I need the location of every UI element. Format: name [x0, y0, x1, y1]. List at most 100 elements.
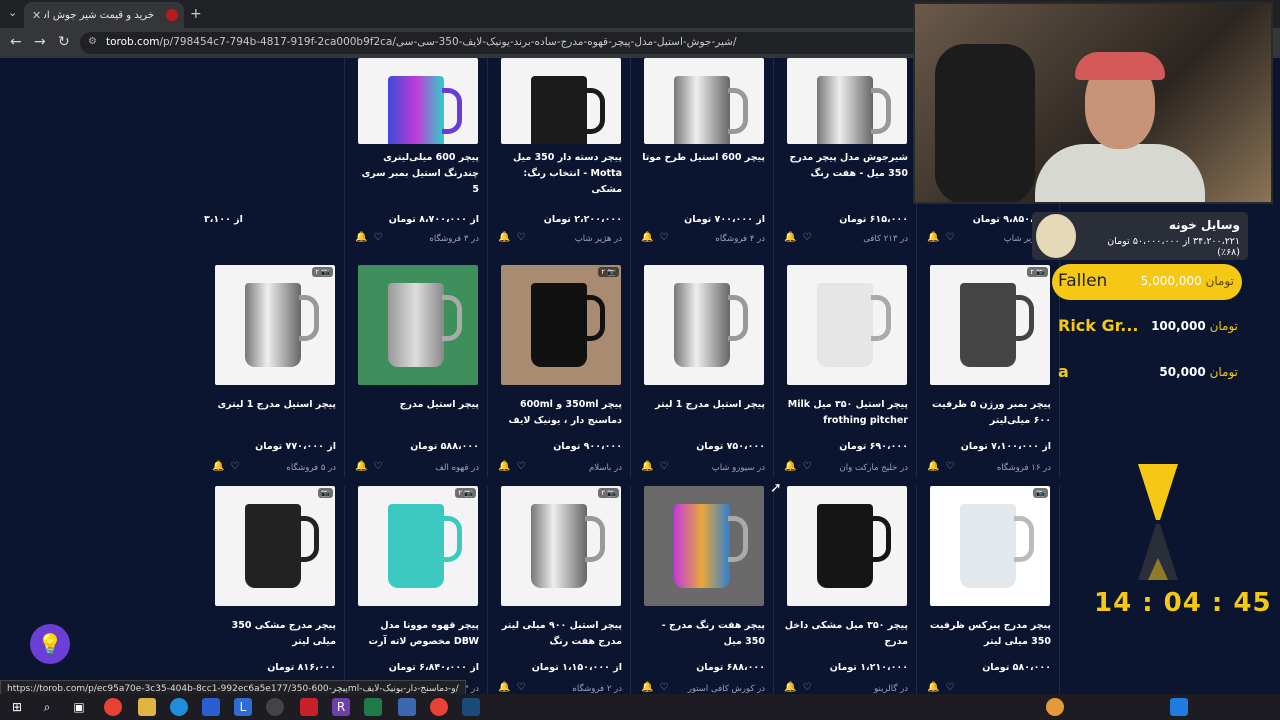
forward-icon[interactable]: → [34, 34, 46, 50]
product-image[interactable] [787, 58, 907, 144]
product-title[interactable]: پیچر استیل ۳۵۰ میل Milk frothing pitcher [784, 397, 908, 429]
app-icon[interactable] [202, 698, 220, 716]
lightbulb-icon[interactable]: 💡 [30, 624, 70, 664]
weather-icon[interactable] [1046, 698, 1064, 716]
product-title[interactable]: پیچر مدرج مشکی 350 میلی لیتر [212, 618, 336, 650]
bell-icon[interactable]: 🔔 [212, 461, 230, 472]
bell-icon[interactable]: 🔔 [641, 232, 659, 243]
product-image[interactable]: 📷 [930, 486, 1050, 606]
product-card[interactable]: ۲ 📷 پیچر قهوه موونا مدل DBW مخصوص لاته آ… [349, 486, 488, 694]
task-view-icon[interactable]: ▣ [70, 698, 88, 716]
product-card[interactable]: 📷 پیچر مدرج پیرکس ظرفیت 350 میلی لیتر ۵۸… [921, 486, 1060, 694]
product-image[interactable]: ۲ 📷 [501, 486, 621, 606]
product-shop[interactable]: در ۴ فروشگاه [715, 234, 765, 244]
heart-icon[interactable]: ♡ [945, 682, 960, 693]
product-shop[interactable]: در هژیر شاپ [575, 234, 622, 244]
product-title[interactable]: پیچر هفت رنگ مدرج - 350 میل [641, 618, 765, 650]
bell-icon[interactable]: 🔔 [784, 461, 802, 472]
product-image[interactable] [644, 58, 764, 144]
product-shop[interactable]: در ۱۶ فروشگاه [997, 463, 1051, 473]
search-icon[interactable]: ⌕ [38, 698, 56, 716]
edge-icon[interactable] [170, 698, 188, 716]
product-card[interactable]: پیچر 600 میلی‌لیتری چندرنگ استیل بمبر سر… [349, 58, 488, 270]
bell-icon[interactable]: 🔔 [641, 682, 659, 693]
app-icon[interactable] [300, 698, 318, 716]
product-shop[interactable]: در قهوه الف [435, 463, 479, 473]
product-shop[interactable]: در باسلام [589, 463, 622, 473]
product-image[interactable] [644, 486, 764, 606]
back-icon[interactable]: ← [10, 34, 22, 50]
product-image[interactable]: 📷 [215, 486, 335, 606]
heart-icon[interactable]: ♡ [373, 232, 388, 243]
heart-icon[interactable]: ♡ [373, 461, 388, 472]
heart-icon[interactable]: ♡ [802, 461, 817, 472]
product-image[interactable]: ۲ 📷 [215, 265, 335, 385]
product-image[interactable]: ۲ 📷 [358, 486, 478, 606]
file-explorer-icon[interactable] [138, 698, 156, 716]
bell-icon[interactable]: 🔔 [927, 232, 945, 243]
product-card[interactable]: پیچر هفت رنگ مدرج - 350 میل ۶۸۸،۰۰۰ توما… [635, 486, 774, 694]
bell-icon[interactable]: 🔔 [498, 682, 516, 693]
product-title[interactable]: پیچر 350ml و 600ml دماسنج دار ، یونیک لا… [498, 397, 622, 429]
product-image[interactable] [501, 58, 621, 144]
bell-icon[interactable]: 🔔 [641, 461, 659, 472]
chrome-icon[interactable] [104, 698, 122, 716]
product-title[interactable]: پیچر 600 میلی‌لیتری چندرنگ استیل بمبر سر… [355, 150, 479, 198]
product-image[interactable]: ۲ 📷 [501, 265, 621, 385]
product-card[interactable]: ۲ 📷 پیچر بمبر ورژن ۵ ظرفیت ۶۰۰ میلی‌لیتر… [921, 265, 1060, 477]
product-card[interactable]: ۲ 📷 پیچر استیل مدرج 1 لیتری از ۷۷۰،۰۰۰ ت… [206, 265, 345, 477]
product-card[interactable]: ۲ 📷 پیچر استیل ۹۰۰ میلی لیتر مدرج هفت رن… [492, 486, 631, 694]
product-title[interactable]: پیچر ۳۵۰ میل مشکی داخل مدرج [784, 618, 908, 650]
product-title[interactable]: پیچر مدرج پیرکس ظرفیت 350 میلی لیتر [927, 618, 1051, 650]
product-title[interactable]: پیچر استیل مدرج 1 لیتری [212, 397, 336, 413]
product-card[interactable]: از ۳،۱۰۰ [204, 58, 345, 270]
product-shop[interactable]: در ۲ فروشگاه [572, 684, 622, 694]
tray-app-icon[interactable] [1170, 698, 1188, 716]
product-title[interactable]: پیچر استیل مدرج 1 لیتر [641, 397, 765, 413]
app-icon[interactable] [364, 698, 382, 716]
heart-icon[interactable]: ♡ [659, 682, 674, 693]
product-card[interactable]: شیرجوش مدل پیچر مدرج 350 میل - هفت رنگ ۶… [778, 58, 917, 270]
product-image[interactable]: ۲ 📷 [930, 265, 1050, 385]
product-title[interactable]: پیچر قهوه موونا مدل DBW مخصوص لاته آرت [355, 618, 479, 650]
heart-icon[interactable]: ♡ [230, 461, 245, 472]
product-card[interactable]: پیچر استیل ۳۵۰ میل Milk frothing pitcher… [778, 265, 917, 477]
product-card[interactable]: 📷 پیچر مدرج مشکی 350 میلی لیتر ۸۱۶،۰۰۰ ت… [206, 486, 345, 694]
product-title[interactable]: پیچر استیل مدرج [355, 397, 479, 413]
app-icon[interactable] [266, 698, 284, 716]
windows-start-icon[interactable]: ⊞ [8, 698, 26, 716]
product-image[interactable] [358, 265, 478, 385]
product-card[interactable]: پیچر ۳۵۰ میل مشکی داخل مدرج ۱،۲۱۰،۰۰۰ تو… [778, 486, 917, 694]
browser-tab-active[interactable]: خرید و قیمت شیر جوش استیل مد ✕ [24, 2, 184, 28]
heart-icon[interactable]: ♡ [516, 682, 531, 693]
product-image[interactable] [644, 265, 764, 385]
product-shop[interactable]: در ۲۱۳ کافی [863, 234, 908, 244]
product-card[interactable]: پیچر دسته دار 350 میل Motta - انتخاب رنگ… [492, 58, 631, 270]
heart-icon[interactable]: ♡ [659, 232, 674, 243]
product-shop[interactable]: در کورش کافی استور [688, 684, 765, 694]
product-image[interactable] [358, 58, 478, 144]
heart-icon[interactable]: ♡ [802, 232, 817, 243]
product-shop[interactable]: در خلیج مارکت وان [840, 463, 908, 473]
product-shop[interactable]: در گالرینو [874, 684, 908, 694]
new-tab-icon[interactable]: + [190, 6, 202, 22]
app-icon[interactable]: L [234, 698, 252, 716]
product-image[interactable] [787, 486, 907, 606]
heart-icon[interactable]: ♡ [945, 232, 960, 243]
chrome-icon[interactable] [430, 698, 448, 716]
product-title[interactable]: شیرجوش مدل پیچر مدرج 350 میل - هفت رنگ [784, 150, 908, 182]
bell-icon[interactable]: 🔔 [498, 232, 516, 243]
bell-icon[interactable]: 🔔 [355, 232, 373, 243]
product-image[interactable] [787, 265, 907, 385]
tab-list-chevron-icon[interactable]: ⌄ [8, 6, 17, 19]
product-card[interactable]: پیچر 600 استیل طرح موتا از ۷۰۰،۰۰۰ تومان… [635, 58, 774, 270]
bell-icon[interactable]: 🔔 [927, 682, 945, 693]
close-tab-icon[interactable]: ✕ [32, 9, 41, 22]
heart-icon[interactable]: ♡ [516, 461, 531, 472]
heart-icon[interactable]: ♡ [945, 461, 960, 472]
bell-icon[interactable]: 🔔 [355, 461, 373, 472]
product-shop[interactable]: در سیورو شاپ [712, 463, 765, 473]
product-title[interactable]: پیچر بمبر ورژن ۵ ظرفیت ۶۰۰ میلی‌لیتر [927, 397, 1051, 429]
heart-icon[interactable]: ♡ [659, 461, 674, 472]
heart-icon[interactable]: ♡ [802, 682, 817, 693]
